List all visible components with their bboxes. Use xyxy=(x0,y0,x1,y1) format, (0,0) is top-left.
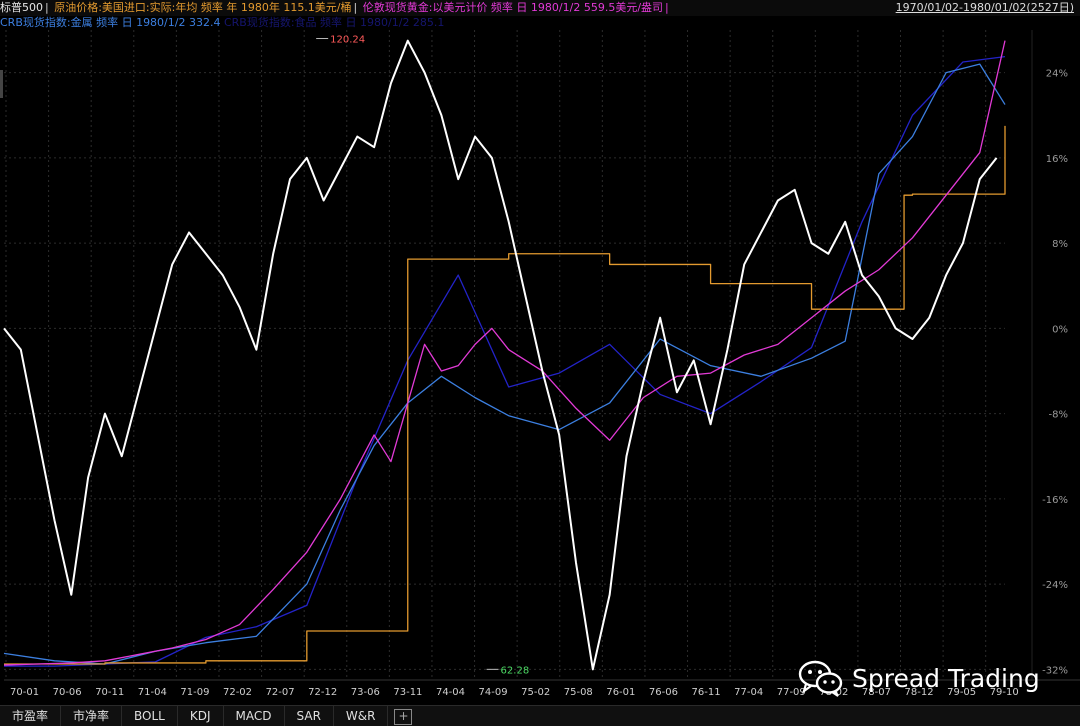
x-tick-label: 77-04 xyxy=(734,687,763,698)
x-tick-label: 70-06 xyxy=(53,687,82,698)
series-legend-bar: 标普500 | 原油价格:美国进口:实际:年均 频率 年 1980年 115.1美… xyxy=(0,0,1080,16)
plus-icon[interactable]: + xyxy=(394,709,413,725)
series-legend-bar-2: CRB现货指数:金属 频率 日 1980/1/2 332.4 CRB现货指数:食… xyxy=(0,16,444,30)
tab-wr[interactable]: W&R xyxy=(334,706,389,726)
x-tick-label: 72-02 xyxy=(223,687,252,698)
x-tick-label: 76-01 xyxy=(606,687,635,698)
y-tick-label: 16% xyxy=(1046,154,1068,165)
annotation-label: 62.28 xyxy=(501,665,530,676)
y-tick-label: 0% xyxy=(1052,324,1068,335)
y-tick-label: -16% xyxy=(1042,495,1068,506)
legend-oil-price[interactable]: 原油价格:美国进口:实际:年均 频率 年 1980年 115.1美元/桶 xyxy=(54,1,351,14)
x-tick-label: 75-08 xyxy=(564,687,593,698)
legend-crb-metal[interactable]: CRB现货指数:金属 频率 日 1980/1/2 332.4 xyxy=(0,16,220,29)
tab-pe-ratio[interactable]: 市盈率 xyxy=(0,706,62,726)
x-tick-label: 72-12 xyxy=(308,687,337,698)
watermark-text: Spread Trading xyxy=(852,663,1040,693)
x-tick-label: 73-06 xyxy=(351,687,380,698)
y-tick-label: -24% xyxy=(1042,580,1068,591)
series-line-0 xyxy=(3,39,998,671)
wechat-icon xyxy=(798,660,843,697)
tab-sar[interactable]: SAR xyxy=(285,706,334,726)
legend-sp500[interactable]: 标普500 xyxy=(0,1,43,14)
y-tick-label: -8% xyxy=(1049,410,1068,421)
x-tick-label: 74-09 xyxy=(479,687,508,698)
x-tick-label: 75-02 xyxy=(521,687,550,698)
y-tick-label: -32% xyxy=(1042,665,1068,676)
x-tick-label: 76-11 xyxy=(692,687,721,698)
separator: | xyxy=(665,1,669,14)
x-tick-label: 70-01 xyxy=(10,687,39,698)
legend-crb-food[interactable]: CRB现货指数:食品 频率 日 1980/1/2 285.1 xyxy=(224,16,444,29)
date-range-link[interactable]: 1970/01/02-1980/01/02(2527日) xyxy=(896,0,1074,16)
series-line-2 xyxy=(3,40,1006,666)
legend-gold[interactable]: 伦敦现货黄金:以美元计价 频率 日 1980/1/2 559.5美元/盎司 xyxy=(363,1,663,14)
annotation-label: 120.24 xyxy=(330,35,365,46)
y-tick-label: 24% xyxy=(1046,69,1068,80)
x-tick-label: 71-04 xyxy=(138,687,167,698)
tab-pb-ratio[interactable]: 市净率 xyxy=(61,706,123,726)
tab-boll[interactable]: BOLL xyxy=(122,706,178,726)
series-line-3 xyxy=(3,63,1006,665)
x-tick-label: 70-11 xyxy=(95,687,124,698)
separator: | xyxy=(45,1,49,14)
watermark: Spread Trading xyxy=(798,658,1040,698)
y-tick-label: 8% xyxy=(1052,239,1068,250)
x-tick-label: 76-06 xyxy=(649,687,678,698)
line-chart: 24% 16% 8% 0% -8% -16% -24% -32% 70-01 70-06 70-11… xyxy=(3,30,1080,698)
x-tick-label: 74-04 xyxy=(436,687,465,698)
indicator-tabs: 市盈率 市净率 BOLL KDJ MACD SAR W&R + xyxy=(0,705,1080,726)
tab-macd[interactable]: MACD xyxy=(224,706,285,726)
series-line-4 xyxy=(4,55,1006,667)
separator: | xyxy=(353,1,358,14)
tab-kdj[interactable]: KDJ xyxy=(178,706,224,726)
x-tick-label: 73-11 xyxy=(393,687,422,698)
x-tick-label: 71-09 xyxy=(180,687,209,698)
x-tick-label: 72-07 xyxy=(266,687,295,698)
